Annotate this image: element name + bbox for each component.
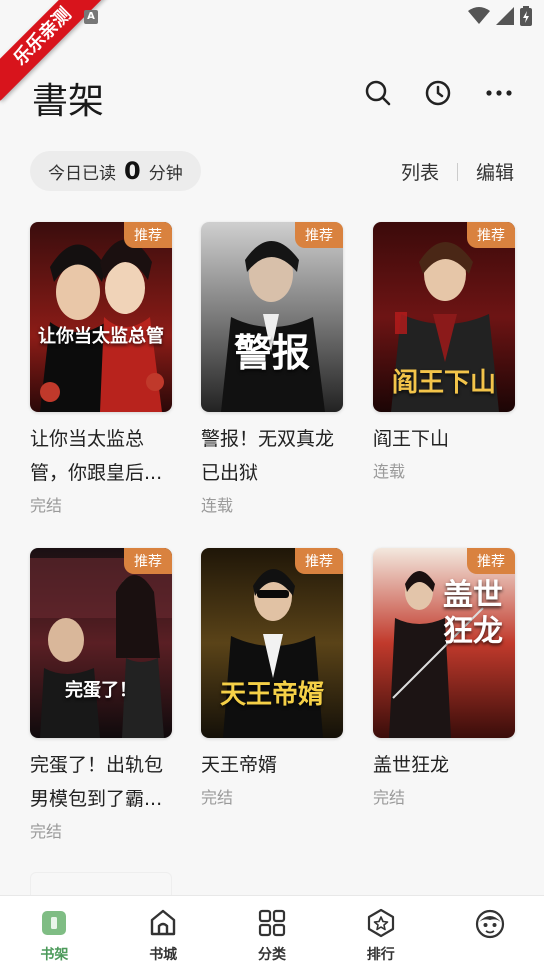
cover-title: 让你当太监总管 xyxy=(38,326,164,347)
wifi-icon xyxy=(468,7,490,24)
book-cover[interactable]: 盖世狂龙 推荐 xyxy=(373,548,515,738)
nav-label: 书城 xyxy=(149,947,178,963)
book-title: 盖世狂龙 xyxy=(373,754,450,776)
reading-unit: 分钟 xyxy=(148,163,183,184)
book-status: 完结 xyxy=(30,496,63,515)
book-card[interactable]: 盖世狂龙 推荐 盖世狂龙 完结 xyxy=(373,548,515,808)
recommend-badge: 推荐 xyxy=(295,222,343,248)
book-card[interactable]: 天王帝婿 推荐 天王帝婿 完结 xyxy=(201,548,343,808)
notification-a-icon: A xyxy=(84,10,98,24)
nav-item-bookstore[interactable]: 书城 xyxy=(109,896,218,968)
page-title: 書架 xyxy=(32,81,105,122)
book-cover[interactable]: 完蛋了！ 推荐 xyxy=(30,548,172,738)
reading-time-pill[interactable]: 今日已读 0 分钟 xyxy=(30,151,201,191)
reading-minutes: 0 xyxy=(124,157,141,185)
book-cover[interactable]: 警报 推荐 xyxy=(201,222,343,412)
bookstore-icon xyxy=(150,909,176,936)
cover-title: 盖世狂龙 xyxy=(443,578,503,649)
search-icon[interactable] xyxy=(363,78,393,108)
nav-item-bookshelf[interactable]: 书架 xyxy=(0,896,109,968)
list-view-button[interactable]: 列表 xyxy=(401,158,439,185)
book-status: 完结 xyxy=(373,788,406,807)
book-title: 警报！无双真龙已出狱 xyxy=(201,428,335,484)
recommend-badge: 推荐 xyxy=(124,548,172,574)
recommend-badge: 推荐 xyxy=(467,548,515,574)
book-status: 连载 xyxy=(201,496,234,515)
bookshelf-icon xyxy=(42,911,67,935)
divider xyxy=(456,162,458,181)
cover-title: 警报 xyxy=(233,331,310,375)
book-status: 完结 xyxy=(30,822,63,841)
view-controls: 列表 编辑 xyxy=(401,158,514,185)
profile-icon xyxy=(475,909,504,939)
book-title: 让你当太监总管，你跟皇后... xyxy=(30,428,163,484)
book-card[interactable]: 阎王下山 推荐 阎王下山 连载 xyxy=(373,222,515,482)
history-icon[interactable] xyxy=(423,78,453,108)
nav-label: 分类 xyxy=(257,947,286,963)
book-cover[interactable]: 阎王下山 推荐 xyxy=(373,222,515,412)
book-card[interactable]: 警报 推荐 警报！无双真龙已出狱 连载 xyxy=(201,222,343,516)
edit-button[interactable]: 编辑 xyxy=(476,158,514,185)
cover-title: 完蛋了！ xyxy=(65,680,137,701)
book-status: 连载 xyxy=(373,462,406,481)
book-title: 阎王下山 xyxy=(373,428,450,450)
recommend-badge: 推荐 xyxy=(467,222,515,248)
book-status: 完结 xyxy=(201,788,234,807)
ranking-icon xyxy=(367,908,394,938)
nav-item-ranking[interactable]: 排行 xyxy=(326,896,435,968)
book-cover[interactable]: 让你当太监总管 推荐 xyxy=(30,222,172,412)
nav-label: 书架 xyxy=(40,947,69,963)
recommend-badge: 推荐 xyxy=(124,222,172,248)
system-icons xyxy=(468,6,532,26)
bottom-nav: 书架 书城 分类 排行 xyxy=(0,895,544,968)
cover-title: 天王帝婿 xyxy=(219,680,324,710)
signal-icon xyxy=(496,7,514,25)
book-card[interactable]: 让你当太监总管 推荐 让你当太监总管，你跟皇后... 完结 xyxy=(30,222,172,516)
book-title: 天王帝婿 xyxy=(201,754,278,776)
nav-item-profile[interactable] xyxy=(435,896,544,968)
recommend-badge: 推荐 xyxy=(295,548,343,574)
cover-title: 阎王下山 xyxy=(391,368,496,398)
book-cover[interactable]: 天王帝婿 推荐 xyxy=(201,548,343,738)
reading-prefix: 今日已读 xyxy=(48,163,116,184)
status-bar: 乐乐亲测 A xyxy=(0,0,544,101)
book-card[interactable]: 完蛋了！ 推荐 完蛋了！出轨包男模包到了霸... 完结 xyxy=(30,548,172,842)
nav-item-category[interactable]: 分类 xyxy=(218,896,327,968)
more-icon[interactable] xyxy=(484,78,514,108)
nav-label: 排行 xyxy=(366,947,395,963)
battery-icon xyxy=(520,6,532,26)
category-icon xyxy=(258,909,286,937)
book-title: 完蛋了！出轨包男模包到了霸... xyxy=(30,754,164,810)
